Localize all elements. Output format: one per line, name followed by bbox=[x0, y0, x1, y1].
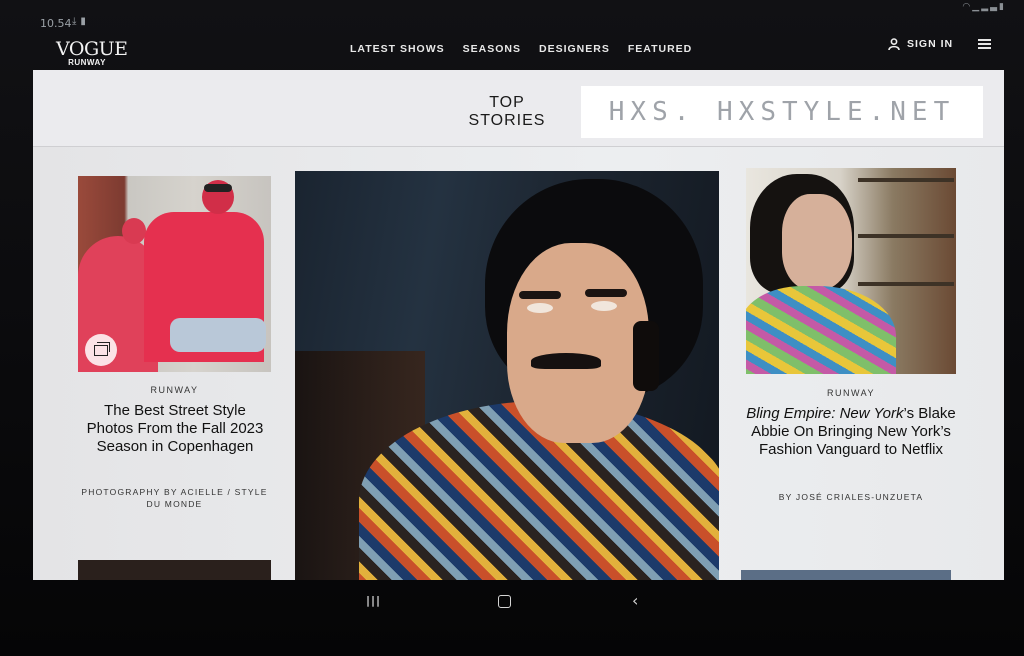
status-time: 10.54 bbox=[40, 17, 72, 30]
nav-latest-shows[interactable]: LATEST SHOWS bbox=[350, 43, 445, 55]
system-nav-bar: ||| ‹ bbox=[0, 586, 1024, 616]
status-left-icons: ⤓▮ bbox=[72, 16, 90, 27]
right-story-kicker[interactable]: RUNWAY bbox=[746, 388, 956, 398]
right-story-image[interactable] bbox=[746, 168, 956, 374]
section-title-line2: STORIES bbox=[468, 112, 546, 129]
sim-icon: ▮ bbox=[80, 16, 90, 27]
left-story-headline[interactable]: The Best Street Style Photos From the Fa… bbox=[85, 402, 265, 456]
menu-icon[interactable] bbox=[978, 37, 991, 51]
sign-in-button[interactable]: SIGN IN bbox=[888, 38, 953, 50]
vogue-runway-logo[interactable]: VOGUE RUNWAY bbox=[56, 38, 128, 68]
sign-in-label: SIGN IN bbox=[907, 38, 954, 50]
watermark-label: HXS. HXSTYLE.NET bbox=[581, 86, 983, 138]
tablet-screen: 10.54 ⤓▮ ◠▁▂▃▮ VOGUE RUNWAY LATEST SHOWS… bbox=[0, 0, 1024, 656]
featured-story-image[interactable] bbox=[295, 171, 719, 580]
nav-featured[interactable]: FEATURED bbox=[628, 43, 692, 55]
nav-designers[interactable]: DESIGNERS bbox=[539, 43, 610, 55]
content-panel: TOP STORIES HXS. HXSTYLE.NET RUNWAY The … bbox=[33, 70, 1004, 580]
right-story-headline-italic: Bling Empire: New York bbox=[746, 405, 904, 422]
back-button[interactable]: ‹ bbox=[632, 591, 638, 610]
right-story-byline: BY JOSÉ CRIALES-UNZUETA bbox=[778, 492, 924, 502]
main-nav: LATEST SHOWS SEASONS DESIGNERS FEATURED bbox=[350, 43, 692, 55]
home-button[interactable] bbox=[498, 595, 511, 608]
right-story-headline[interactable]: Bling Empire: New York’s Blake Abbie On … bbox=[743, 405, 959, 459]
left-story-kicker[interactable]: RUNWAY bbox=[78, 385, 271, 395]
section-title: TOP STORIES bbox=[467, 94, 547, 130]
next-right-thumbnail[interactable] bbox=[741, 570, 951, 580]
section-header: TOP STORIES HXS. HXSTYLE.NET bbox=[33, 70, 1004, 147]
nav-seasons[interactable]: SEASONS bbox=[463, 43, 521, 55]
signal-icon: ▁▂▃ bbox=[972, 2, 1000, 12]
recents-button[interactable]: ||| bbox=[366, 594, 381, 607]
gallery-icon[interactable] bbox=[85, 334, 117, 366]
left-story-byline: PHOTOGRAPHY BY ACIELLE / STYLE DU MONDE bbox=[81, 487, 268, 509]
battery-icon: ▮ bbox=[999, 2, 1006, 12]
status-right-icons: ◠▁▂▃▮ bbox=[962, 2, 1006, 12]
logo-wordmark: VOGUE bbox=[56, 38, 128, 60]
next-story-thumbnail[interactable] bbox=[78, 560, 271, 580]
wifi-icon: ◠ bbox=[962, 2, 973, 12]
section-title-line1: TOP bbox=[489, 94, 525, 111]
user-icon bbox=[888, 38, 900, 50]
